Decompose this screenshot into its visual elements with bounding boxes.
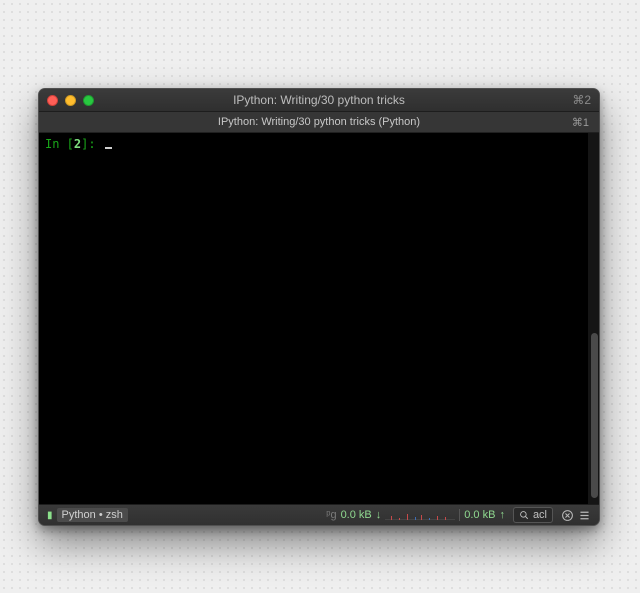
window-right-indicator: ⌘2 (572, 93, 591, 107)
status-shell-label: Python • zsh (57, 508, 128, 522)
terminal-body: In [2]: (39, 133, 599, 504)
prompt-suffix: ]: (81, 137, 95, 151)
arrow-down-icon: ↓ (376, 509, 382, 521)
status-network: ᵖg 0.0 kB ↓ 0.0 kB ↑ (326, 509, 505, 521)
page-background: IPython: Writing/30 python tricks ⌘2 IPy… (0, 0, 640, 593)
prompt: In [2]: (45, 137, 112, 151)
status-shell[interactable]: ▮ Python • zsh (47, 508, 128, 522)
arrow-up-icon: ↑ (499, 509, 505, 521)
net-down-value: 0.0 kB (341, 509, 372, 521)
list-icon[interactable] (578, 509, 591, 522)
zoom-icon[interactable] (83, 95, 94, 106)
terminal-window: IPython: Writing/30 python tricks ⌘2 IPy… (38, 88, 600, 526)
scrollbar-track[interactable] (588, 133, 599, 504)
tab-bar[interactable]: IPython: Writing/30 python tricks (Pytho… (39, 112, 599, 133)
search-icon (519, 510, 529, 520)
net-sparkline (385, 510, 455, 520)
minimize-icon[interactable] (65, 95, 76, 106)
window-title: IPython: Writing/30 python tricks (39, 93, 599, 107)
terminal[interactable]: In [2]: (39, 133, 588, 504)
net-prefix-icon: ᵖg (326, 509, 336, 521)
search-text: acl (533, 509, 547, 521)
titlebar[interactable]: IPython: Writing/30 python tricks ⌘2 (39, 89, 599, 112)
scrollbar-thumb[interactable] (591, 333, 598, 498)
net-up-value: 0.0 kB (464, 509, 495, 521)
tab-label: IPython: Writing/30 python tricks (Pytho… (39, 116, 599, 128)
shell-icon: ▮ (47, 510, 53, 521)
status-search[interactable]: acl (513, 507, 553, 523)
tab-shortcut: ⌘1 (572, 116, 589, 129)
traffic-lights (47, 95, 94, 106)
prompt-prefix: In [ (45, 137, 74, 151)
status-bar: ▮ Python • zsh ᵖg 0.0 kB ↓ 0.0 kB (39, 504, 599, 525)
close-icon[interactable] (47, 95, 58, 106)
cursor-icon (105, 147, 112, 149)
clear-icon[interactable] (561, 509, 574, 522)
status-trailing (561, 509, 591, 522)
status-divider (459, 509, 460, 521)
